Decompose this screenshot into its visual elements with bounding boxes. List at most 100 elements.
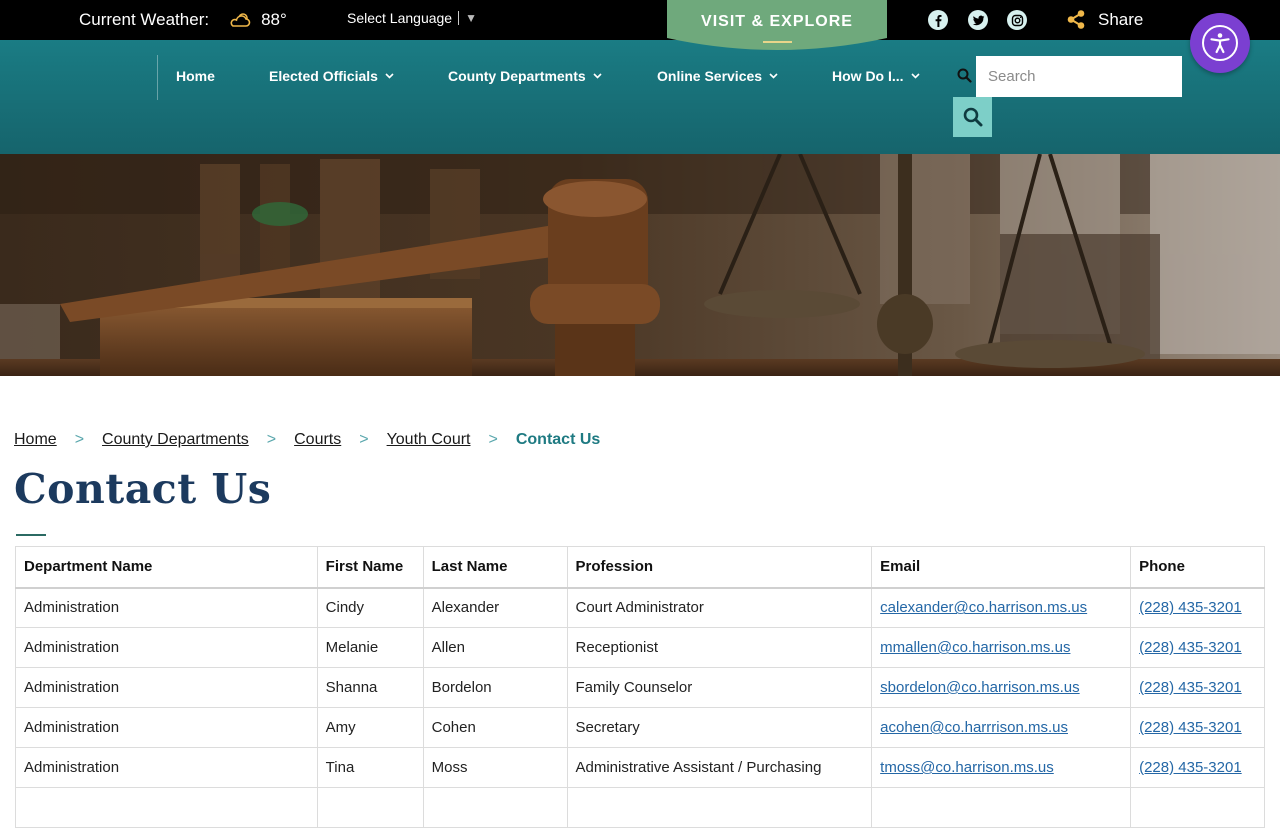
breadcrumb-link-courts[interactable]: Courts [294, 431, 341, 449]
language-selector[interactable]: Select Language ▼ [347, 10, 477, 26]
search-input[interactable] [976, 56, 1182, 97]
breadcrumb-separator: > [74, 431, 85, 448]
cell-phone: (228) 435-3201 [1130, 667, 1265, 708]
cell-department: Administration [15, 707, 318, 748]
chevron-down-icon [910, 73, 920, 79]
visit-explore-tab[interactable]: VISIT & EXPLORE [667, 0, 887, 54]
table-row: Administration Shanna Bordelon Family Co… [15, 667, 1265, 708]
breadcrumb-link-county-departments[interactable]: County Departments [102, 431, 249, 449]
nav-item-label: Home [176, 68, 215, 84]
cell-first-name: Tina [316, 747, 424, 788]
search-icon[interactable] [957, 68, 972, 83]
visit-explore-label: VISIT & EXPLORE [701, 13, 853, 30]
nav-item-online-services[interactable]: Online Services [657, 68, 778, 84]
breadcrumb-link-home[interactable]: Home [14, 431, 57, 449]
language-label: Select Language [347, 10, 453, 26]
share-icon [1067, 10, 1085, 29]
accessibility-button[interactable] [1190, 13, 1250, 73]
table-row: Administration Amy Cohen Secretary acohe… [15, 707, 1265, 748]
share-button[interactable]: Share [1066, 9, 1143, 30]
gavel-scales-illustration [0, 154, 1280, 376]
email-link[interactable]: calexander@co.harrison.ms.us [880, 599, 1087, 616]
cell-last-name: Allen [422, 627, 568, 668]
breadcrumb: Home > County Departments > Courts > You… [14, 431, 600, 449]
breadcrumb-link-youth-court[interactable]: Youth Court [387, 431, 471, 449]
phone-link[interactable]: (228) 435-3201 [1139, 719, 1242, 736]
cell-email: calexander@co.harrison.ms.us [871, 587, 1132, 628]
hero-banner-image [0, 154, 1280, 376]
cell-last-name: Cohen [422, 707, 568, 748]
breadcrumb-current: Contact Us [515, 431, 601, 448]
dropdown-caret-icon: ▼ [465, 11, 477, 25]
nav-item-elected-officials[interactable]: Elected Officials [269, 68, 394, 84]
cell-first-name [316, 787, 424, 828]
weather-widget: Current Weather: 88° [79, 10, 287, 30]
breadcrumb-separator: > [266, 431, 277, 448]
facebook-icon[interactable] [928, 10, 948, 30]
cell-department [15, 787, 318, 828]
table-row: Administration Tina Moss Administrative … [15, 747, 1265, 788]
search-icon [963, 107, 982, 127]
cell-last-name [422, 787, 568, 828]
cell-phone: (228) 435-3201 [1130, 747, 1265, 788]
title-rule [16, 534, 46, 536]
cell-phone: (228) 435-3201 [1130, 707, 1265, 748]
cell-phone: (228) 435-3201 [1130, 627, 1265, 668]
column-header-phone: Phone [1130, 546, 1265, 589]
table-header-row: Department Name First Name Last Name Pro… [15, 546, 1265, 589]
cell-email: acohen@co.harrrison.ms.us [871, 707, 1132, 748]
email-link[interactable]: sbordelon@co.harrison.ms.us [880, 679, 1079, 696]
top-utility-bar: Current Weather: 88° Select Language ▼ V… [0, 0, 1280, 50]
chevron-down-icon [593, 73, 602, 79]
phone-link[interactable]: (228) 435-3201 [1139, 599, 1242, 616]
cell-profession: Secretary [566, 707, 873, 748]
email-link[interactable]: mmallen@co.harrison.ms.us [880, 639, 1070, 656]
phone-link[interactable]: (228) 435-3201 [1139, 639, 1242, 656]
accessibility-icon [1202, 25, 1238, 61]
cell-email [871, 787, 1132, 828]
search-button[interactable] [953, 97, 992, 137]
nav-item-home[interactable]: Home [176, 68, 215, 84]
language-divider [458, 11, 460, 25]
weather-label: Current Weather: [79, 10, 210, 29]
breadcrumb-separator: > [488, 431, 498, 448]
table-row: Administration Melanie Allen Receptionis… [15, 627, 1265, 668]
phone-link[interactable]: (228) 435-3201 [1139, 759, 1242, 776]
temperature: 88° [261, 10, 287, 29]
cell-profession: Family Counselor [566, 667, 873, 708]
email-link[interactable]: tmoss@co.harrison.ms.us [880, 759, 1054, 776]
page-title: Contact Us [14, 465, 272, 513]
cell-department: Administration [15, 667, 318, 708]
cell-first-name: Shanna [316, 667, 424, 708]
phone-link[interactable]: (228) 435-3201 [1139, 679, 1242, 696]
twitter-icon[interactable] [968, 10, 988, 30]
cell-first-name: Melanie [316, 627, 424, 668]
cell-first-name: Cindy [316, 587, 424, 628]
column-header-email: Email [871, 546, 1132, 589]
main-nav: Home Elected Officials County Department… [0, 40, 1280, 154]
table-row [15, 787, 1265, 828]
chevron-down-icon [769, 73, 778, 79]
nav-item-label: Elected Officials [269, 68, 378, 84]
cell-first-name: Amy [316, 707, 424, 748]
column-header-first-name: First Name [316, 546, 424, 589]
instagram-icon[interactable] [1007, 10, 1027, 30]
breadcrumb-separator: > [359, 431, 369, 448]
cell-department: Administration [15, 627, 318, 668]
cell-email: mmallen@co.harrison.ms.us [871, 627, 1132, 668]
column-header-department: Department Name [15, 546, 318, 589]
cell-department: Administration [15, 747, 318, 788]
nav-item-how-do-i[interactable]: How Do I... [832, 68, 920, 84]
nav-item-label: How Do I... [832, 68, 904, 84]
cell-profession: Receptionist [566, 627, 873, 668]
contacts-table: Department Name First Name Last Name Pro… [15, 546, 1265, 828]
cell-department: Administration [15, 587, 318, 628]
partly-cloudy-icon [230, 13, 251, 27]
nav-item-county-departments[interactable]: County Departments [448, 68, 602, 84]
email-link[interactable]: acohen@co.harrrison.ms.us [880, 719, 1068, 736]
cell-phone [1130, 787, 1265, 828]
cell-last-name: Bordelon [422, 667, 568, 708]
cell-profession: Administrative Assistant / Purchasing [566, 747, 873, 788]
visit-underline [763, 41, 792, 43]
cell-email: sbordelon@co.harrison.ms.us [871, 667, 1132, 708]
